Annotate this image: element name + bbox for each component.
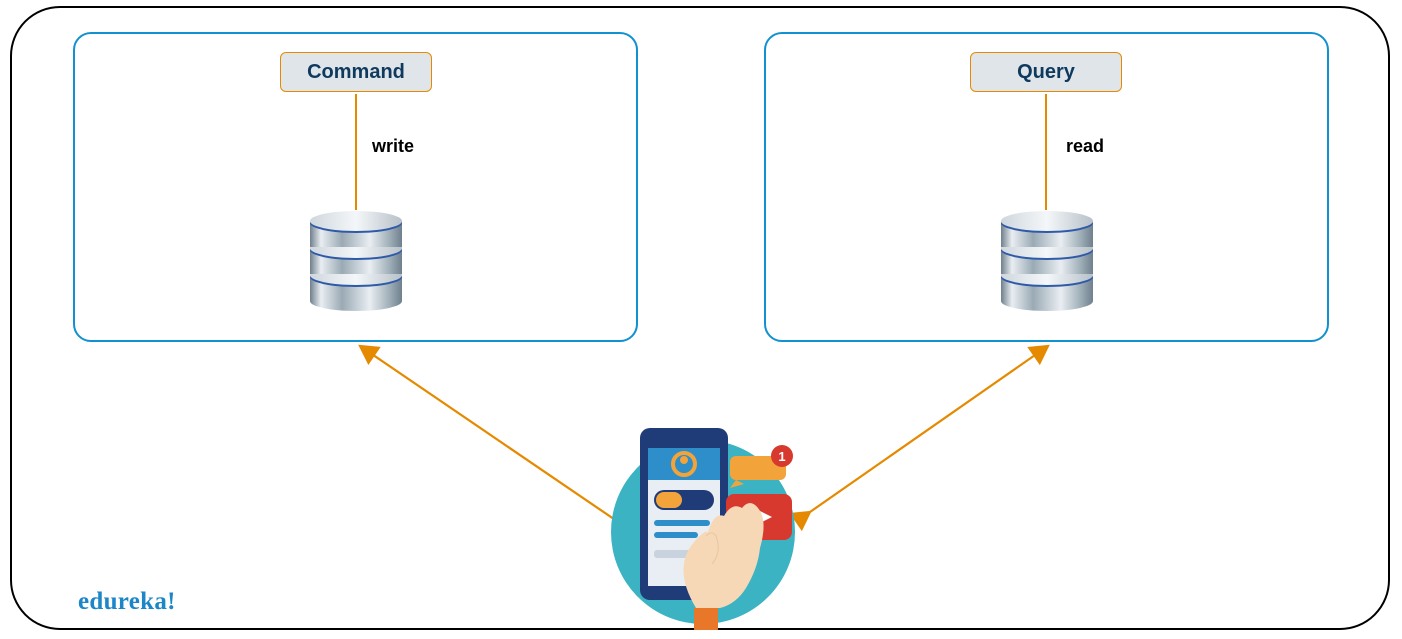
command-connector (355, 94, 357, 210)
command-database-icon (306, 208, 406, 312)
command-node-text: Command (307, 61, 405, 84)
svg-text:1: 1 (778, 449, 785, 464)
query-database-icon (997, 208, 1097, 312)
query-node: Query (970, 52, 1122, 92)
brand-text: edureka! (78, 588, 176, 616)
mobile-app-icon: 1 (598, 420, 808, 630)
diagram-canvas: Command write (0, 0, 1402, 639)
query-node-text: Query (1017, 61, 1075, 84)
read-label: read (1066, 136, 1104, 157)
query-connector (1045, 94, 1047, 210)
command-node: Command (280, 52, 432, 92)
write-label: write (372, 136, 414, 157)
